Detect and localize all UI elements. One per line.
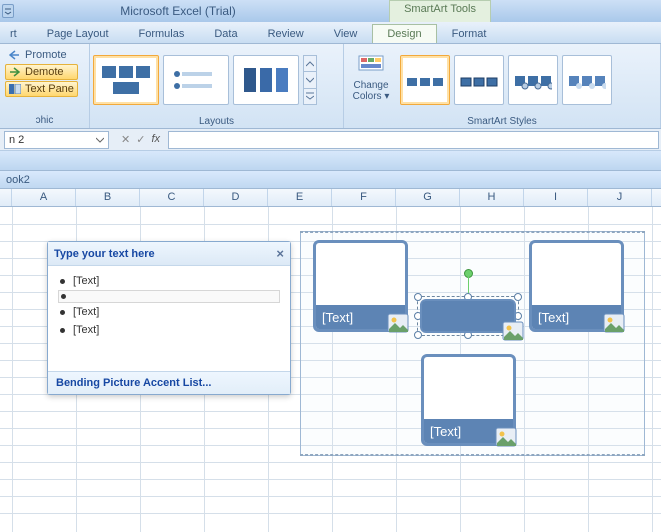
col-C[interactable]: C	[140, 189, 204, 206]
smartart-shape-4[interactable]: [Text]	[421, 354, 516, 446]
col-I[interactable]: I	[524, 189, 588, 206]
tab-design[interactable]: Design	[372, 24, 436, 44]
picture-placeholder-icon	[495, 427, 517, 447]
col-E[interactable]: E	[268, 189, 332, 206]
layout-option-2[interactable]	[163, 55, 229, 105]
text-pane-item-label: [Text]	[73, 306, 99, 318]
arrow-right-icon	[9, 67, 21, 77]
col-D[interactable]: D	[204, 189, 268, 206]
group-label-layouts: Layouts	[90, 116, 343, 129]
chevron-down-icon	[96, 137, 104, 143]
group-label-graphic: ɔhic	[0, 115, 89, 128]
picture-placeholder-icon	[603, 313, 625, 333]
change-colors-button[interactable]: Change Colors ▾	[347, 47, 395, 107]
style-option-1[interactable]	[400, 55, 450, 105]
name-box[interactable]: n 2	[4, 131, 109, 149]
ribbon: Promote Demote Text Pane ɔhic	[0, 44, 661, 129]
group-label-styles: SmartArt Styles	[344, 116, 660, 129]
workbook-name: ook2	[6, 174, 30, 186]
shape-fill	[422, 301, 514, 331]
worksheet: A B C D E F G H I J Type your text here …	[0, 189, 661, 532]
enter-icon[interactable]: ✓	[136, 133, 145, 146]
tab-view[interactable]: View	[319, 24, 373, 43]
select-all-corner[interactable]	[0, 189, 12, 206]
text-pane-item[interactable]: [Text]	[58, 321, 280, 339]
text-pane-item-label: [Text]	[73, 275, 99, 287]
title-bar: Microsoft Excel (Trial) SmartArt Tools	[0, 0, 661, 22]
smartart-shape-3[interactable]: [Text]	[529, 240, 624, 332]
layouts-gallery	[93, 47, 317, 113]
workbook-titlebar: ook2	[0, 171, 661, 189]
smartart-shape-1[interactable]: [Text]	[313, 240, 408, 332]
picture-placeholder-icon	[502, 321, 524, 341]
smartart-text-pane[interactable]: Type your text here × [Text] [Text] [Tex…	[47, 241, 291, 395]
text-pane-title: Type your text here	[54, 248, 155, 260]
promote-button[interactable]: Promote	[5, 47, 78, 63]
group-create-graphic: Promote Demote Text Pane ɔhic	[0, 44, 90, 128]
bullet-icon	[60, 310, 65, 315]
fx-icon[interactable]: fx	[151, 133, 160, 146]
ribbon-tabs: rt Page Layout Formulas Data Review View…	[0, 22, 661, 44]
text-pane-item[interactable]: [Text]	[58, 303, 280, 321]
col-A[interactable]: A	[12, 189, 76, 206]
arrow-left-icon	[9, 50, 21, 60]
col-G[interactable]: G	[396, 189, 460, 206]
smartart-canvas[interactable]: [Text] [Text] [Text]	[300, 231, 645, 456]
formula-bar-input[interactable]	[168, 131, 659, 149]
text-pane-icon	[9, 84, 21, 94]
formula-buttons: ✕ ✓ fx	[113, 133, 168, 146]
app-title: Microsoft Excel (Trial)	[0, 4, 356, 18]
styles-gallery	[400, 47, 612, 113]
style-option-4[interactable]	[562, 55, 612, 105]
layout-option-3[interactable]	[233, 55, 299, 105]
tab-formulas[interactable]: Formulas	[124, 24, 200, 43]
promote-label: Promote	[25, 49, 67, 61]
name-box-value: n 2	[9, 134, 24, 146]
column-headers: A B C D E F G H I J	[0, 189, 661, 207]
col-B[interactable]: B	[76, 189, 140, 206]
text-pane-label: Text Pane	[25, 83, 74, 95]
close-icon[interactable]: ×	[276, 246, 284, 261]
bullet-icon	[60, 279, 65, 284]
text-pane-footer[interactable]: Bending Picture Accent List...	[48, 371, 290, 394]
smartart-shape-selection[interactable]	[417, 296, 519, 336]
group-smartart-styles: Change Colors ▾ SmartArt Styles	[344, 44, 661, 128]
style-option-3[interactable]	[508, 55, 558, 105]
col-H[interactable]: H	[460, 189, 524, 206]
tab-review[interactable]: Review	[253, 24, 319, 43]
col-J[interactable]: J	[588, 189, 652, 206]
col-F[interactable]: F	[332, 189, 396, 206]
demote-label: Demote	[25, 66, 64, 78]
resize-handle[interactable]	[414, 331, 422, 339]
demote-button[interactable]: Demote	[5, 64, 78, 80]
layout-option-1[interactable]	[93, 55, 159, 105]
change-colors-icon	[357, 52, 385, 78]
text-pane-header: Type your text here ×	[48, 242, 290, 266]
contextual-tab-title: SmartArt Tools	[389, 0, 491, 22]
text-pane-item-label: [Text]	[73, 324, 99, 336]
name-formula-bar: n 2 ✕ ✓ fx	[0, 129, 661, 151]
picture-placeholder-icon	[387, 313, 409, 333]
bullet-icon	[60, 328, 65, 333]
style-option-2[interactable]	[454, 55, 504, 105]
text-pane-item[interactable]: [Text]	[58, 272, 280, 290]
layouts-gallery-spinner	[303, 55, 317, 105]
bullet-icon	[61, 294, 66, 299]
change-colors-label: Change Colors ▾	[348, 80, 394, 102]
text-pane-body: [Text] [Text] [Text]	[48, 266, 290, 371]
tab-page-layout[interactable]: Page Layout	[32, 24, 124, 43]
tab-insert[interactable]: rt	[0, 24, 32, 43]
tab-format[interactable]: Format	[437, 24, 502, 43]
gallery-more-icon[interactable]	[303, 89, 317, 105]
doc-band	[0, 151, 661, 171]
resize-handle[interactable]	[514, 293, 522, 301]
text-pane-item-selected[interactable]	[58, 290, 280, 303]
gallery-down-icon[interactable]	[303, 72, 317, 88]
tab-data[interactable]: Data	[199, 24, 252, 43]
gallery-up-icon[interactable]	[303, 55, 317, 72]
text-pane-button[interactable]: Text Pane	[5, 81, 78, 97]
cancel-icon[interactable]: ✕	[121, 133, 130, 146]
group-layouts: Layouts	[90, 44, 344, 128]
